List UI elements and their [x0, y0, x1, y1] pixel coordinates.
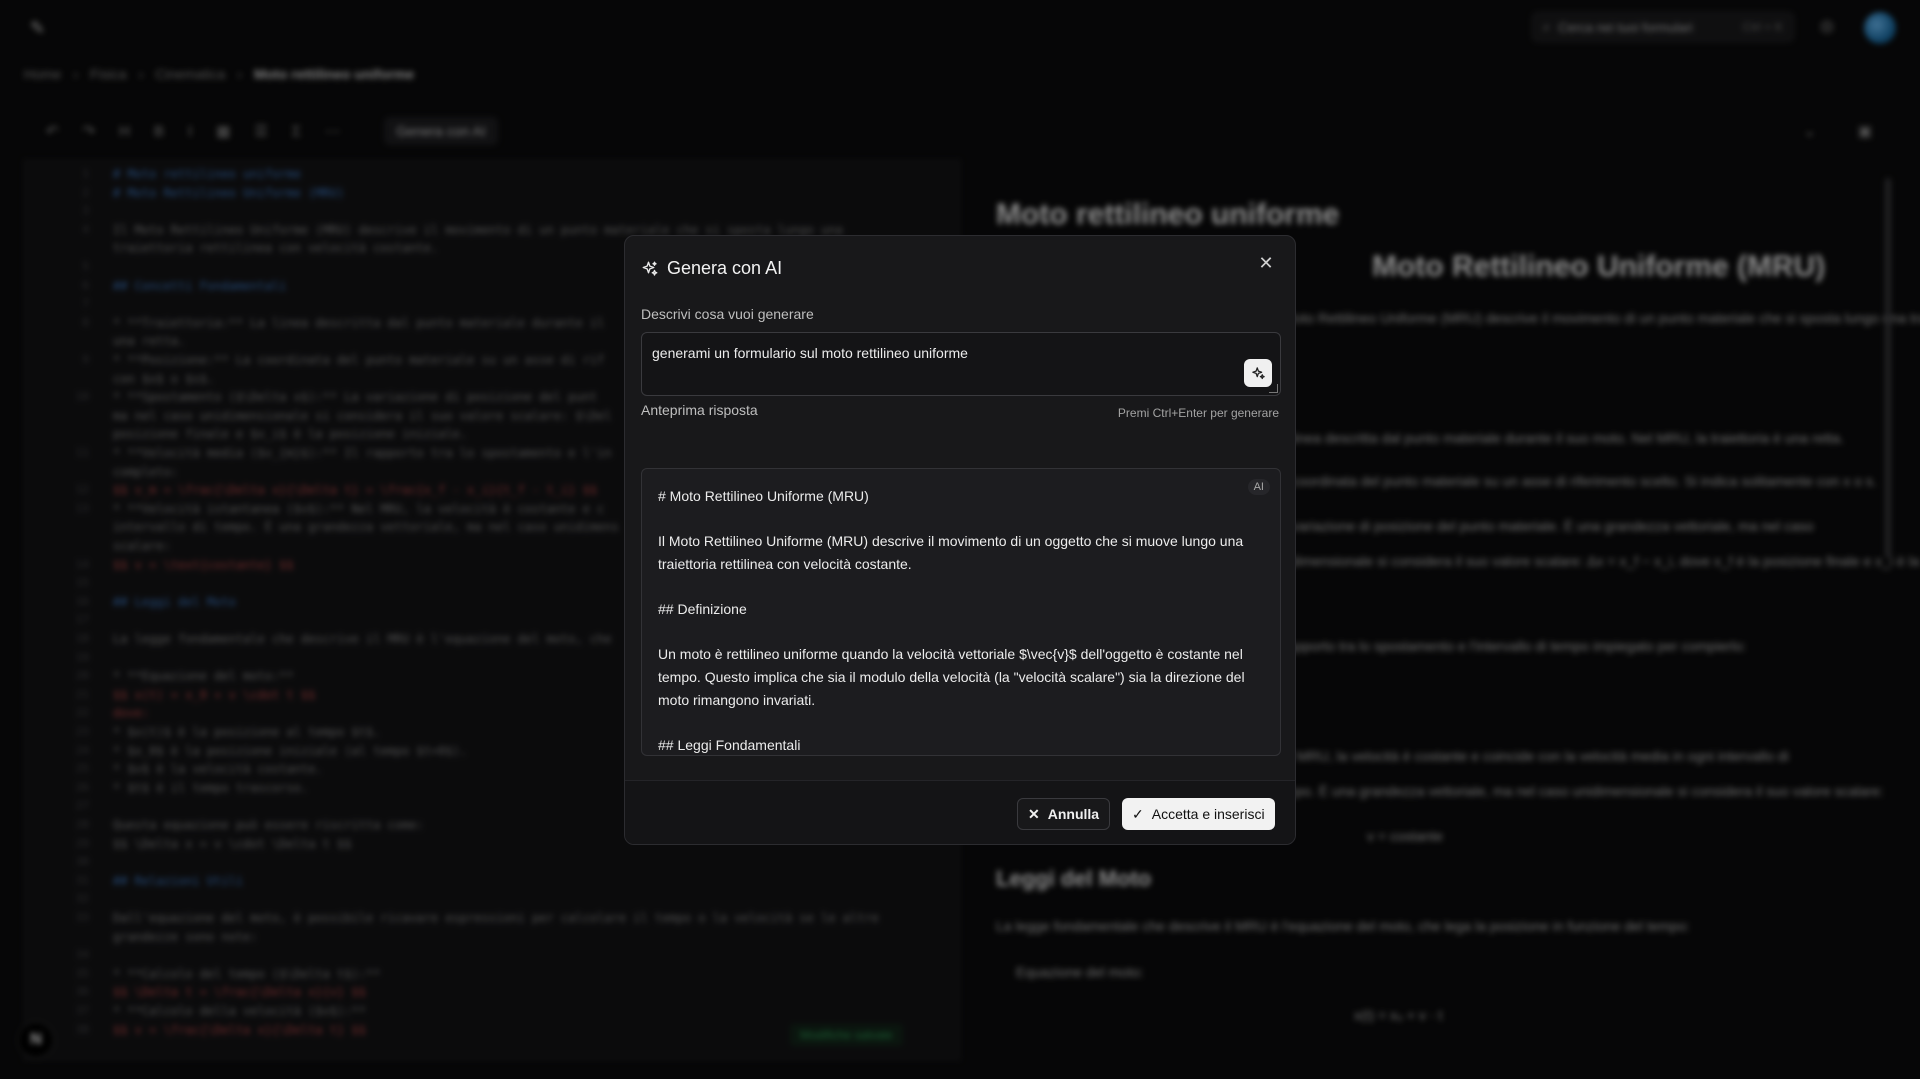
response-line: Il Moto Rettilineo Uniforme (MRU) descri… [658, 533, 1244, 572]
accept-label: Accetta e inserisci [1151, 806, 1265, 822]
preview-label: Anteprima risposta [641, 402, 758, 418]
prompt-textarea[interactable]: generami un formulario sul moto rettilin… [641, 332, 1281, 396]
response-line: Un moto è rettilineo uniforme quando la … [658, 646, 1245, 708]
response-line: ## Leggi Fondamentali [658, 737, 801, 753]
sparkles-icon [642, 261, 658, 276]
response-line: ## Definizione [658, 601, 747, 617]
dialog-footer: ✕ Annulla ✓ Accetta e inserisci [625, 780, 1295, 844]
cancel-button[interactable]: ✕ Annulla [1017, 798, 1111, 830]
close-icon[interactable]: ✕ [1255, 252, 1277, 274]
generate-ai-dialog: Genera con AI ✕ Descrivi cosa vuoi gener… [624, 235, 1296, 845]
response-text: # Moto Rettilineo Uniforme (MRU) Il Moto… [658, 485, 1258, 755]
sparkles-icon [1251, 366, 1265, 379]
accept-insert-button[interactable]: ✓ Accetta e inserisci [1122, 798, 1275, 830]
cancel-label: Annulla [1047, 806, 1100, 822]
dialog-header: Genera con AI [641, 258, 782, 279]
check-icon: ✓ [1132, 805, 1144, 822]
generate-button[interactable] [1244, 359, 1272, 387]
prompt-label: Descrivi cosa vuoi generare [641, 306, 814, 322]
resize-handle-icon[interactable] [1269, 384, 1278, 393]
response-preview[interactable]: AI # Moto Rettilineo Uniforme (MRU) Il M… [641, 468, 1281, 756]
response-line: # Moto Rettilineo Uniforme (MRU) [658, 488, 869, 504]
dialog-title: Genera con AI [667, 258, 783, 278]
prompt-text[interactable]: generami un formulario sul moto rettilin… [652, 345, 968, 361]
shortcut-hint: Premi Ctrl+Enter per generare [1117, 406, 1279, 420]
close-icon: ✕ [1028, 805, 1040, 822]
